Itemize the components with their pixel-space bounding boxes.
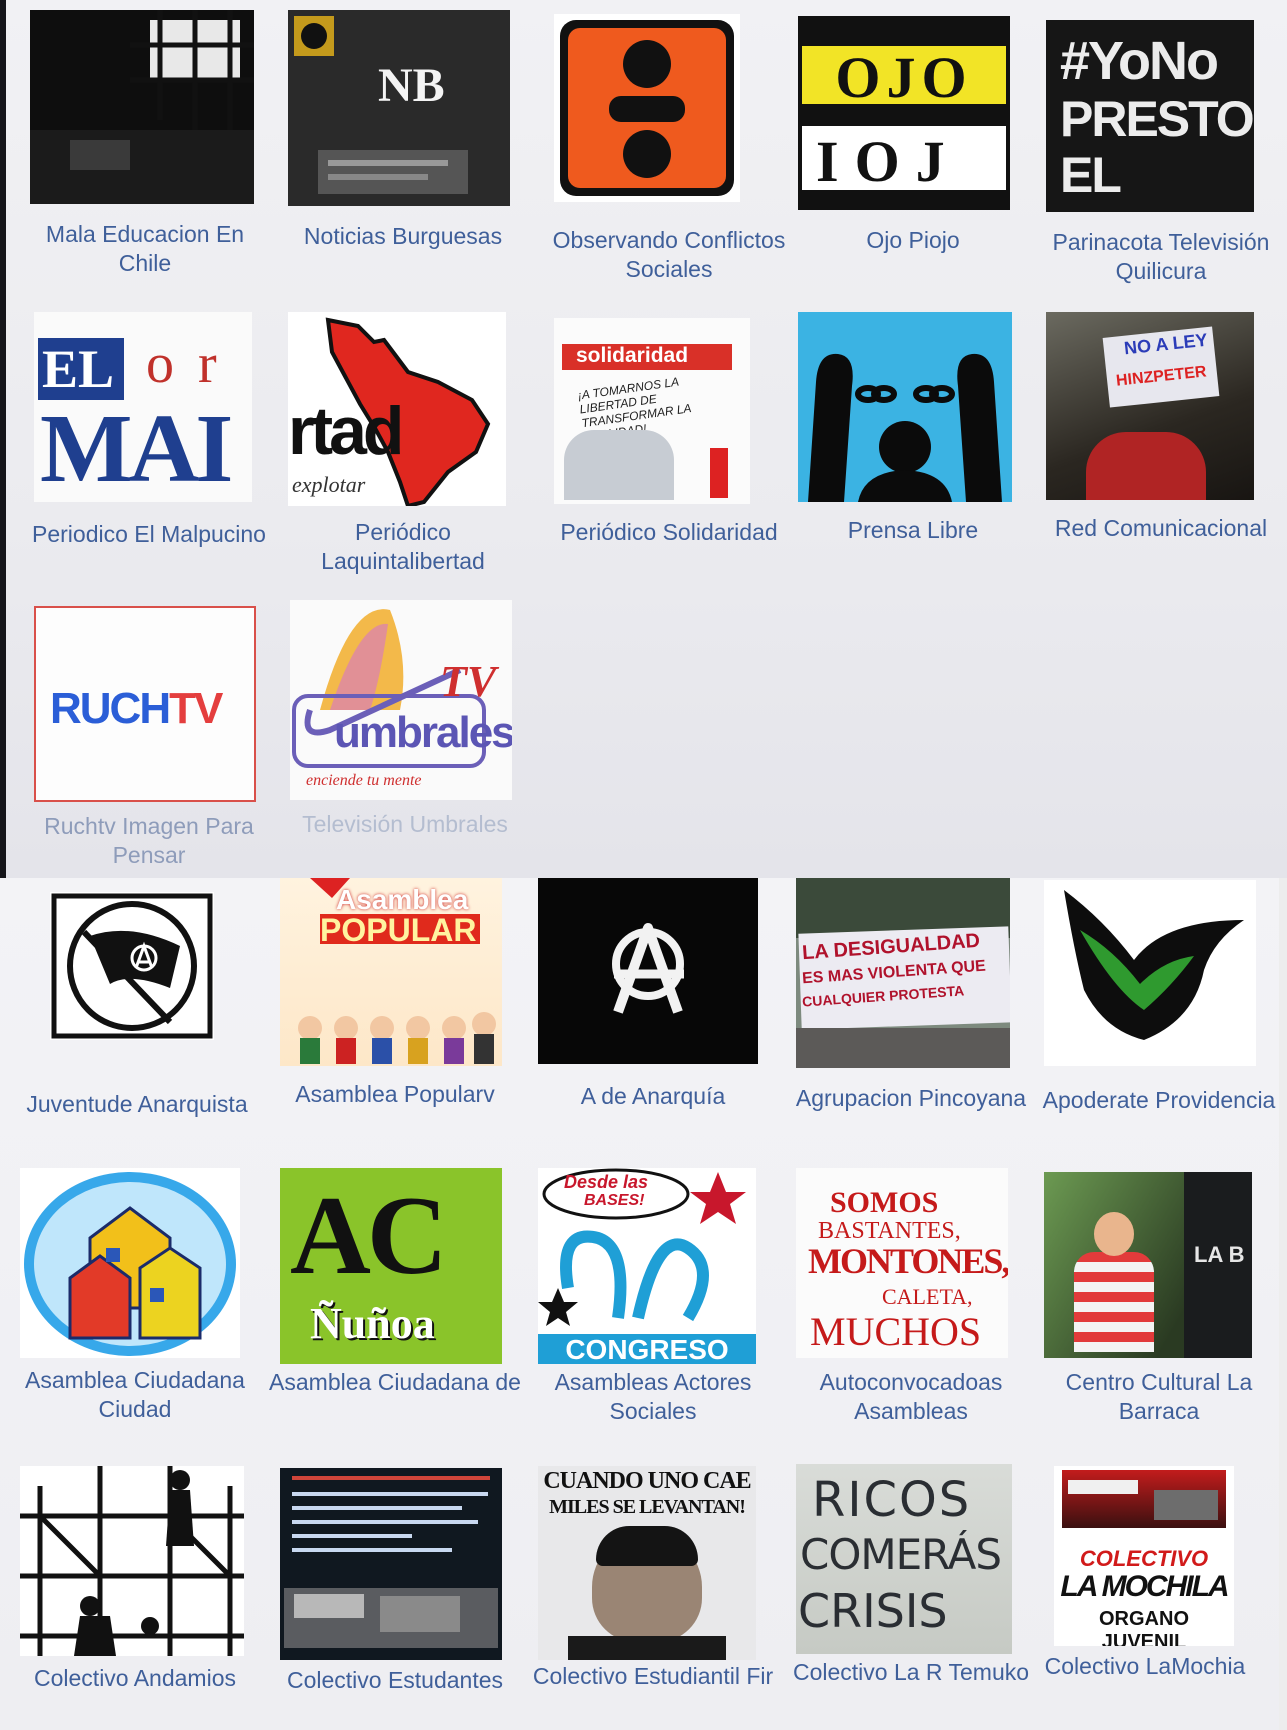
page-name[interactable]: Juventude Anarquista	[10, 1090, 264, 1119]
page-thumbnail[interactable]: RICOS COMERÁS CRISIS	[796, 1464, 1012, 1654]
cmoch-logo-line1: COLECTIVO	[1079, 1546, 1209, 1571]
page-thumbnail[interactable]: AC Ñuñoa	[280, 1168, 502, 1364]
yono-logo-line2: PRESTO	[1060, 91, 1254, 147]
page-thumbnail[interactable]	[20, 1168, 240, 1358]
ojo-logo-line2: IOJ	[816, 129, 961, 194]
page-thumbnail[interactable]: CUANDO UNO CAE MILES SE LEVANTAN!	[538, 1466, 756, 1660]
page-thumbnail[interactable]: #YoNo PRESTO EL VOTO	[1046, 20, 1254, 212]
cefir-logo-line1: CUANDO UNO CAE	[543, 1468, 751, 1494]
page-name[interactable]: Colectivo Andamios	[8, 1664, 262, 1693]
clar-logo-line3: CRISIS	[798, 1584, 948, 1638]
page-name[interactable]: Periódico Laquintalibertad	[276, 518, 530, 576]
pages-grid-top: Mala Educacion En Chile NB Noticias Burg…	[0, 0, 1287, 878]
page-name[interactable]: Prensa Libre	[786, 516, 1040, 545]
page-name[interactable]: Asamblea Ciudadana Ciudad	[8, 1366, 262, 1424]
auto-logo-line4: CALETA,	[882, 1284, 973, 1309]
aas-logo-line3: CONGRESO	[565, 1334, 729, 1364]
page-thumbnail[interactable]: OJO IOJ	[798, 16, 1010, 210]
anarchy-a-icon	[612, 923, 684, 1014]
cmoch-logo-line2: LA MOCHILA	[1060, 1570, 1229, 1603]
nb-logo-text: NB	[378, 59, 445, 112]
page-thumbnail[interactable]: LA B	[1044, 1172, 1252, 1358]
clar-logo-line2: COMERÁS	[800, 1530, 1002, 1579]
page-thumbnail[interactable]: Desde las BASES! CONGRESO	[538, 1168, 756, 1364]
cefir-logo-line2: MILES SE LEVANTAN!	[549, 1496, 746, 1518]
page-thumbnail[interactable]: LA DESIGUALDAD ES MAS VIOLENTA QUE CUALQ…	[796, 878, 1010, 1068]
page-name[interactable]: Red Comunicacional	[1034, 514, 1287, 543]
page-name[interactable]: Asambleas Actores Sociales	[526, 1368, 780, 1426]
page-name[interactable]: Asamblea Ciudadana de	[268, 1368, 522, 1397]
scaffold-icon	[20, 1466, 244, 1656]
page-name[interactable]: Colectivo Estudantes	[268, 1666, 522, 1695]
yono-logo-line1: #YoNo	[1060, 31, 1219, 91]
page-name[interactable]: Colectivo Estudiantil Fir	[526, 1662, 780, 1691]
auto-logo-line5: MUCHOS	[810, 1309, 982, 1354]
page-name[interactable]: A de Anarquía	[526, 1082, 780, 1111]
page-name[interactable]: Parinacota Televisión Quilicura	[1034, 228, 1287, 286]
page-thumbnail[interactable]	[538, 878, 758, 1064]
solid-logo-line1: solidaridad	[576, 344, 689, 367]
malpu-logo-line2: MAI	[40, 395, 233, 502]
clar-logo-line1: RICOS	[812, 1472, 972, 1528]
page-thumbnail[interactable]: Asamblea POPULAR	[280, 878, 502, 1066]
screen-bezel	[0, 0, 6, 878]
page-name[interactable]: Observando Conflictos Sociales	[542, 226, 796, 284]
page-thumbnail[interactable]: RUCHTV	[34, 606, 256, 802]
page-thumbnail[interactable]: EL or MAI	[34, 312, 252, 502]
page-name[interactable]: Centro Cultural La Barraca	[1032, 1368, 1286, 1426]
page-thumbnail[interactable]	[50, 892, 214, 1040]
anarchy-flag-icon	[51, 893, 213, 1039]
page-thumbnail[interactable]	[798, 312, 1012, 502]
page-thumbnail[interactable]	[1044, 880, 1256, 1066]
aas-logo-line1: Desde las	[564, 1172, 649, 1192]
umbr-logo-line3: enciende tu mente	[306, 772, 422, 789]
pages-grid-bottom: Juventude Anarquista Asamblea POPULAR As…	[0, 878, 1287, 1730]
bird-icon	[1064, 890, 1244, 1040]
malpu-o-letter: or	[146, 333, 241, 395]
auto-logo-line3: MONTONES,	[808, 1241, 1008, 1281]
ruch-logo-line1: RUCH	[50, 684, 171, 733]
yono-logo-line3: EL VOTO	[1060, 147, 1195, 212]
page-thumbnail[interactable]: COLECTIVO LA MOCHILA ORGANO JUVENIL	[1054, 1466, 1234, 1646]
asam-logo-line2: POPULAR	[320, 912, 477, 948]
page-name[interactable]: Mala Educacion En Chile	[18, 220, 272, 278]
page-name[interactable]: Periódico Solidaridad	[542, 518, 796, 547]
page-thumbnail[interactable]: SOMOS BASTANTES, MONTONES, CALETA, MUCHO…	[796, 1168, 1008, 1358]
page-name[interactable]: Televisión Umbrales	[278, 810, 532, 839]
acn-logo-line2: Ñuñoa	[310, 1299, 435, 1348]
page-thumbnail[interactable]: solidaridad ¡A TOMARNOS LA LIBERTAD DE T…	[554, 318, 750, 504]
page-thumbnail[interactable]: TV umbrales enciende tu mente	[290, 600, 512, 800]
quinta-logo-line1: rtad	[288, 393, 404, 469]
page-name[interactable]: Periodico El Malpucino	[22, 520, 276, 549]
page-name[interactable]: Autoconvocadoas Asambleas	[784, 1368, 1038, 1426]
page-name[interactable]: Agrupacion Pincoyana	[784, 1084, 1038, 1113]
page-name[interactable]: Asamblea Popularv	[268, 1080, 522, 1109]
page-thumbnail[interactable]	[554, 14, 740, 202]
umbr-logo-line2: umbrales	[334, 708, 512, 757]
page-thumbnail[interactable]: NB	[288, 10, 510, 206]
auto-logo-line1: SOMOS	[830, 1186, 939, 1219]
page-thumbnail[interactable]	[30, 10, 254, 204]
acn-logo-line1: AC	[290, 1174, 448, 1298]
page-name[interactable]: Colectivo LaMochia	[1018, 1652, 1272, 1681]
malpu-logo-line1: EL	[42, 339, 115, 399]
page-name[interactable]: Apoderate Providencia	[1032, 1086, 1286, 1115]
page-name[interactable]: Ojo Piojo	[786, 226, 1040, 255]
umbr-logo-line1: TV	[440, 657, 497, 706]
cmoch-logo-line3: ORGANO JUVENIL	[1099, 1608, 1189, 1646]
page-name[interactable]: Noticias Burguesas	[276, 222, 530, 251]
ruch-logo-line2: TV	[169, 684, 223, 733]
page-name[interactable]: Colectivo La R Temuko	[784, 1658, 1038, 1687]
ojo-logo-line1: OJO	[835, 45, 973, 110]
page-name[interactable]: Ruchtv Imagen Para Pensar	[22, 812, 276, 870]
aas-logo-line2: BASES!	[584, 1192, 645, 1209]
screen-edge	[1279, 878, 1287, 1730]
page-thumbnail[interactable]: rtad explotar	[288, 312, 506, 506]
houses-icon	[24, 1172, 236, 1356]
page-thumbnail[interactable]: NO A LEY HINZPETER	[1046, 312, 1254, 500]
page-thumbnail[interactable]	[20, 1466, 244, 1656]
quinta-logo-line2: explotar	[292, 472, 366, 497]
page-thumbnail[interactable]	[280, 1468, 502, 1660]
ccb-logo-line1: LA B	[1194, 1242, 1245, 1267]
